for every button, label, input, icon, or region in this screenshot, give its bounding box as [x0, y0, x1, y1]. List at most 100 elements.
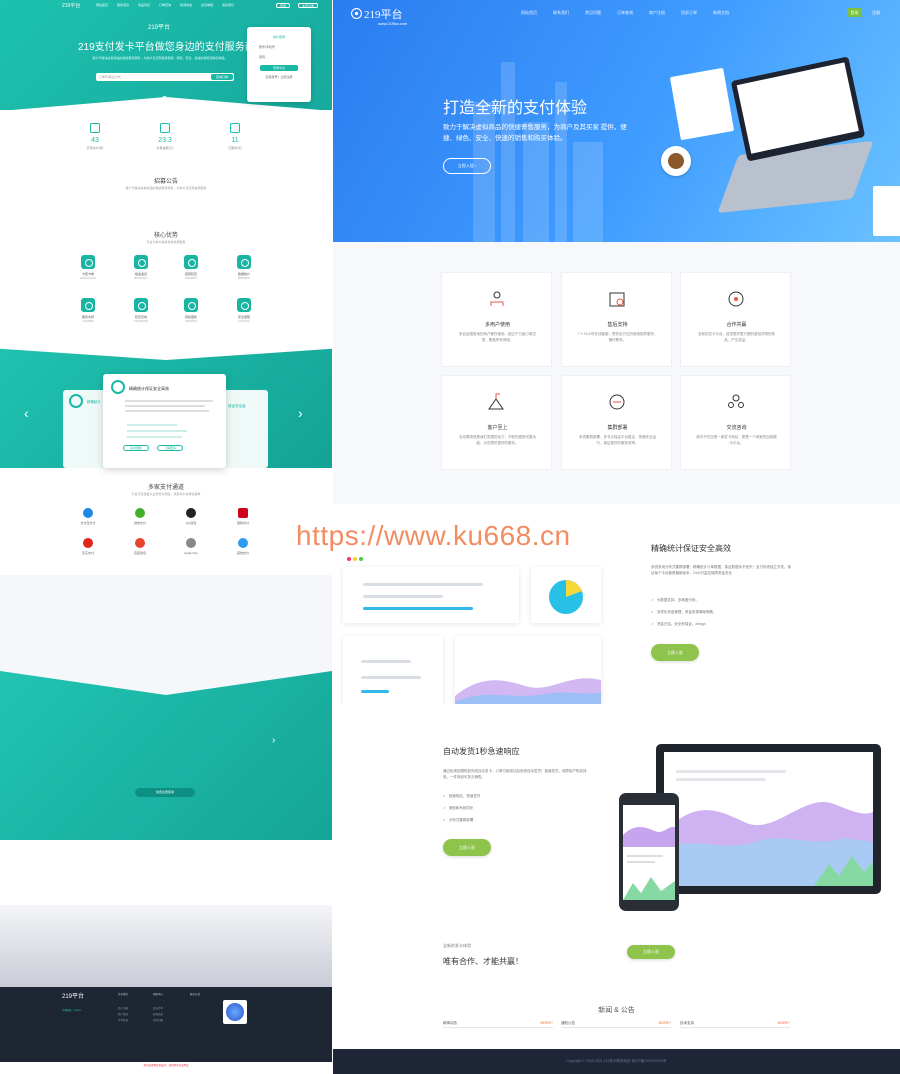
footer-link[interactable]: 订单查询 [118, 1019, 128, 1023]
left-nav-item[interactable]: 联系我们 [222, 3, 234, 7]
feature-label: 持续更新 [184, 315, 197, 319]
refresh-icon [184, 298, 198, 312]
stat-label: 交易金额(万) [156, 146, 174, 150]
left-nav-item[interactable]: 网站首页 [96, 3, 108, 7]
news-column-title: 通知公告 [561, 1021, 575, 1025]
check-icon: ✓ [651, 610, 654, 614]
section4-text: 通过轮询回调机制完成自动发卡，订单付款成功后系统自动发货！极速发货，保障用户购买… [443, 769, 587, 779]
mock-bar [361, 660, 411, 663]
send-icon [134, 255, 148, 269]
footer-contact: QQ客服：xxxxxx [62, 1009, 81, 1012]
left-nav-item[interactable]: 投诉举报 [201, 3, 213, 7]
left-nav-item[interactable]: 订单查询 [159, 3, 171, 7]
section4-check: ✓ 极速响应，快速发货 [443, 794, 480, 799]
right-hero-button[interactable]: 立即入驻 › [443, 158, 491, 174]
left-login-button[interactable]: 登录 [276, 3, 291, 8]
paper-illustration [873, 186, 900, 236]
left-nav-item[interactable]: 商品列表 [138, 3, 150, 7]
footer-link[interactable]: 投诉订单 [153, 1007, 163, 1011]
right-hero: 219平台 www.219ka.com 网站首页 联系我们 常见问题 订单查询 商… [333, 0, 900, 242]
feature-box-title: 售后支持 [607, 322, 628, 328]
feature-box: 合作共赢 全新的发卡平台，给您更好更方便的虚拟货物的商品，产生收益。 [680, 272, 791, 367]
news-column: 通知公告 MORE+ [561, 1021, 671, 1028]
check-icon: ✓ [443, 818, 446, 822]
left-search-button[interactable]: 查询订单 [211, 74, 233, 80]
check-line [127, 424, 177, 426]
right-logo[interactable]: 219平台 www.219ka.com [364, 6, 407, 26]
left-card-user[interactable]: 账号/手机号 [259, 45, 299, 49]
slider-next-icon[interactable]: › [298, 405, 303, 421]
check-text: 分布式集群部署 [448, 818, 474, 822]
right-footer: Copyright © 2020-2021 219发卡联邦科技 浙ICP备XXX… [333, 1049, 900, 1074]
left-band-register-button[interactable]: 免费注册使用 [135, 788, 195, 797]
stat-days: 11 已服务(天) [210, 123, 260, 150]
slide-btn-1[interactable]: 实时更新 [123, 445, 149, 451]
left-logo[interactable]: 219平台 [62, 2, 80, 9]
section4-button[interactable]: 立即入驻 [443, 839, 491, 856]
footer-link[interactable]: 常见问题 [153, 1019, 163, 1023]
pie-card [531, 567, 601, 623]
news-more-link[interactable]: MORE+ [540, 1021, 553, 1025]
right-nav-item[interactable]: 常见问题 [585, 10, 601, 16]
feature-desc: 专业客服团队 [81, 321, 94, 323]
feature-desc: 虚拟商品自动发货 [79, 278, 96, 280]
laptop-keyboard-illustration [717, 140, 874, 214]
feature-desc: 功能持续迭代 [184, 321, 197, 323]
news-more-link[interactable]: MORE+ [658, 1021, 671, 1025]
left-card-pass[interactable]: 密码 [259, 55, 299, 59]
left-nav-item[interactable]: 服务项目 [117, 3, 129, 7]
section3-check: ✓ 资金日结，安全有保证。design [651, 622, 706, 627]
footer-link[interactable]: 商户注册 [118, 1007, 128, 1011]
mock-bar [363, 595, 443, 598]
band-next-icon[interactable]: › [272, 735, 275, 746]
footer-link[interactable]: 新闻动态 [153, 1013, 163, 1017]
left-card-login-button[interactable]: 登录平台 [260, 65, 298, 71]
monitor-screen [664, 752, 873, 886]
news-more-link[interactable]: MORE+ [777, 1021, 790, 1025]
right-nav-item[interactable]: 联系我们 [553, 10, 569, 16]
left-search-input[interactable]: 订单号/联系方式 查询订单 [96, 73, 234, 81]
feature-label: 结算稳定 [184, 272, 197, 276]
left-register-button[interactable]: 免费注册 [298, 3, 319, 8]
card-icon [81, 255, 95, 269]
feature-item: 极速发货 毫秒级自动发卡 [116, 255, 166, 280]
cta-button[interactable]: 立即入驻 [627, 945, 675, 959]
right-login-button[interactable]: 登录 [847, 8, 862, 17]
payment-label: 其他支付 [236, 551, 249, 555]
target-icon [111, 380, 125, 394]
slide-left-title: 精确统计 [87, 400, 101, 404]
right-nav-item[interactable]: 投诉订单 [681, 10, 697, 16]
left-nav-item[interactable]: 新闻动态 [180, 3, 192, 7]
right-logo-text: 219平台 [364, 9, 403, 21]
payment-item: QQ钱包 [161, 508, 221, 525]
right-nav-item[interactable]: 新闻文档 [713, 10, 729, 16]
alipay-icon [83, 508, 93, 518]
headset-icon [81, 298, 95, 312]
feature-item: 结算稳定 结算周期稳定 [166, 255, 216, 280]
text-line [125, 400, 213, 402]
mock-card [343, 636, 443, 708]
calendar-icon [609, 292, 625, 307]
cta-title: 唯有合作、才能共赢！ [443, 957, 523, 966]
phone-screen [623, 805, 675, 900]
feature-box-desc: 来自全国各地的商户都在使用，超过千万级订单交易，覆盖所有领域。 [459, 332, 536, 342]
check-text: 微信和系统同步 [448, 806, 474, 810]
slide-btn-2[interactable]: 了解更多 [157, 445, 183, 451]
wave-card [455, 636, 601, 708]
right-nav-item[interactable]: 商户注册 [649, 10, 665, 16]
left-card-foot[interactable]: 没有账号？立即注册 [247, 75, 311, 79]
payment-label: QQ钱包 [185, 521, 197, 525]
right-register-link[interactable]: 注册 [872, 10, 880, 16]
section3-button[interactable]: 立即入驻 [651, 644, 699, 661]
stat-amount: 23.3 交易金额(万) [140, 123, 190, 150]
section4-check: ✓ 分布式集群部署 [443, 818, 473, 823]
right-nav-item[interactable]: 网站首页 [521, 10, 537, 16]
feature-box: 售后支持 7 X 24小时在线客服，提供全方位的使用指导服务，随时联系。 [561, 272, 672, 367]
slider-prev-icon[interactable]: ‹ [24, 405, 29, 421]
team-icon [728, 394, 744, 408]
slide-card: 精确统计保证安全高效 实时更新 了解更多 [103, 374, 226, 468]
right-nav-item[interactable]: 订单查询 [617, 10, 633, 16]
footer-link[interactable]: 商户登录 [118, 1013, 128, 1017]
monitor-illustration [656, 744, 881, 894]
screenshot-stage: 219平台 网站首页 服务项目 商品列表 订单查询 新闻动态 投诉举报 联系我们… [0, 0, 900, 1074]
